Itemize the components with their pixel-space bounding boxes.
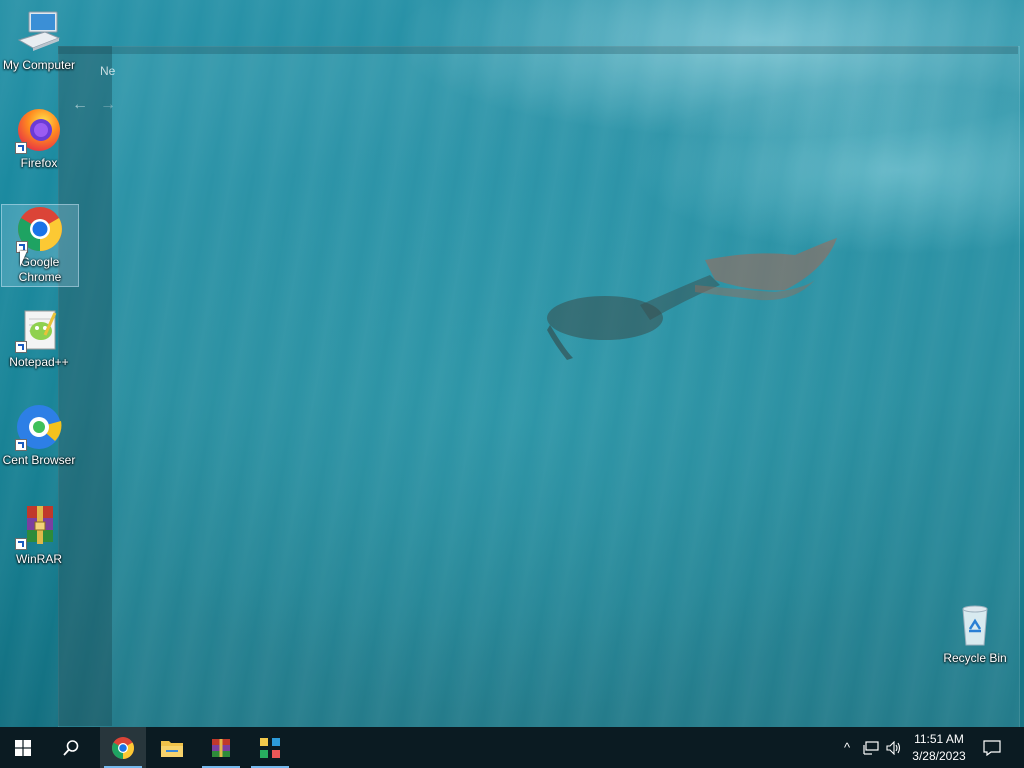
volume-button[interactable] [884,727,904,768]
shortcut-arrow-icon [15,538,27,550]
desktop[interactable]: Ne ← → My Computer Firefox Google Chrome… [0,0,1024,727]
clock-time: 11:51 AM [914,732,964,746]
winrar-icon [212,738,230,757]
chrome-icon [16,205,64,253]
background-window-title: Ne [100,64,116,78]
desktop-icon-winrar[interactable]: WinRAR [1,502,77,567]
desktop-icon-label: WinRAR [15,552,62,566]
background-window[interactable] [58,46,1020,727]
computer-icon [15,8,63,56]
shortcut-arrow-icon [15,439,27,451]
mouse-pointer-icon [20,251,27,267]
action-center-button[interactable] [980,727,1004,768]
network-button[interactable] [861,727,881,768]
desktop-icon-label: Recycle Bin [943,651,1007,665]
search-icon [63,739,79,756]
desktop-icon-label: My Computer [2,58,76,72]
taskbar-app-grid[interactable] [247,727,293,768]
taskbar-app-file-explorer[interactable] [149,727,195,768]
taskbar-app-chrome[interactable] [100,727,146,768]
clock[interactable]: 11:51 AM 3/28/2023 [906,731,972,765]
desktop-icon-label: Firefox [20,156,58,170]
show-hidden-icons-button[interactable]: ^ [838,727,856,768]
volume-icon [886,740,901,755]
shortcut-arrow-icon [15,341,27,353]
forward-arrow-icon[interactable]: → [100,96,116,114]
desktop-icon-firefox[interactable]: Firefox [1,106,77,171]
desktop-icon-my-computer[interactable]: My Computer [1,8,77,73]
windows-start-icon [15,739,31,756]
recycle-bin-icon [951,601,999,649]
clock-date: 3/28/2023 [912,749,966,763]
search-button[interactable] [48,727,94,768]
desktop-icon-google-chrome[interactable]: Google Chrome [1,204,79,287]
app-grid-icon [260,737,280,758]
desktop-icon-label: Notepad++ [9,355,69,369]
desktop-icon-recycle-bin[interactable]: Recycle Bin [937,601,1013,666]
notification-icon [983,739,1001,756]
desktop-icon-label: Google Chrome [18,255,62,284]
chrome-icon [112,736,134,759]
taskbar: ^ 11:51 AM 3/28/2023 [0,727,1024,768]
desktop-icon-notepadpp[interactable]: Notepad++ [1,305,77,370]
desktop-icon-cent-browser[interactable]: Cent Browser [1,403,77,468]
firefox-icon [15,106,63,154]
cent-browser-icon [15,403,63,451]
network-icon [863,740,879,755]
chevron-up-icon: ^ [843,740,851,755]
taskbar-app-winrar[interactable] [198,727,244,768]
notepadpp-icon [15,305,63,353]
shortcut-arrow-icon [15,142,27,154]
start-button[interactable] [0,727,46,768]
background-window-titlebar[interactable] [58,46,1018,54]
winrar-icon [15,502,63,550]
folder-icon [161,740,183,757]
desktop-icon-label: Cent Browser [2,453,76,467]
